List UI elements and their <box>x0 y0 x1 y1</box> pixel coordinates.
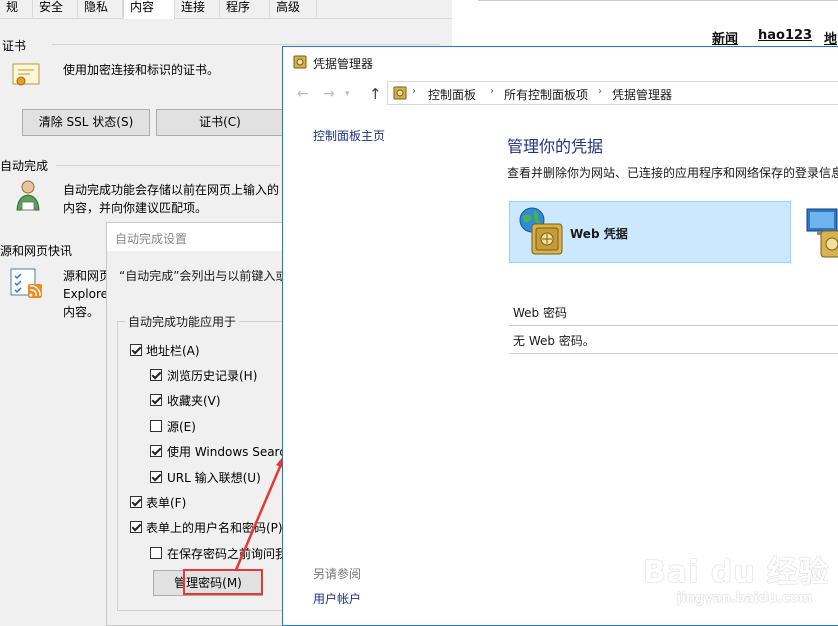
vault-icon <box>293 55 307 69</box>
autocomplete-description-line1: 自动完成功能会存储以前在网页上输入的 <box>63 183 280 197</box>
web-credentials-tile[interactable]: Web 凭据 <box>509 201 791 263</box>
certificates-description: 使用加密连接和标识的证书。 <box>63 63 220 77</box>
forward-icon[interactable]: → <box>323 86 335 102</box>
tab-security[interactable]: 安全 <box>33 0 78 17</box>
user-accounts-link[interactable]: 用户帐户 <box>313 590 361 607</box>
web-passwords-section: Web 密码 <box>513 306 567 320</box>
tab-privacy[interactable]: 隐私 <box>78 0 123 17</box>
windows-credentials-icon[interactable] <box>803 205 838 259</box>
recent-pages-chevron-icon[interactable]: ▾ <box>345 89 350 99</box>
chevron-right-icon: › <box>412 86 416 97</box>
divider <box>509 325 838 326</box>
nav-link-hao123[interactable]: hao123 <box>758 28 812 43</box>
feeds-section-title: 源和网页快讯 <box>0 244 73 258</box>
breadcrumb-credential-manager[interactable]: 凭据管理器 <box>612 86 672 103</box>
chevron-right-icon: › <box>490 86 494 97</box>
address-bar: ← → ▾ ↑ › 控制面板 › 所有控制面板项 › 凭据管理器 <box>283 77 838 111</box>
forms-checkbox[interactable] <box>130 496 142 508</box>
nav-link-news[interactable]: 新闻 <box>712 28 738 47</box>
breadcrumb-all-items[interactable]: 所有控制面板项 <box>504 86 588 103</box>
group-box-label: 自动完成功能应用于 <box>125 313 240 330</box>
dialog-titlebar: 自动完成设置 <box>107 223 305 251</box>
tab-connections[interactable]: 连接 <box>175 0 220 17</box>
tab-programs[interactable]: 程序 <box>220 0 270 17</box>
address-bar-checkbox[interactable] <box>130 344 142 356</box>
window-titlebar: 凭据管理器 <box>283 47 838 77</box>
back-icon[interactable]: ← <box>297 86 309 102</box>
divider <box>56 165 280 166</box>
baidu-watermark-logo: Bai du 经验 <box>643 555 830 590</box>
feeds-description-line1: 源和网页 <box>63 269 112 283</box>
certificates-section-title: 证书 <box>2 39 27 53</box>
certificate-icon <box>12 62 42 88</box>
credential-manager-window: 凭据管理器 ← → ▾ ↑ › 控制面板 › 所有控制面板项 › 凭据管理器 控… <box>282 46 838 626</box>
feeds-icon <box>10 268 46 300</box>
form-passwords-checkbox[interactable] <box>130 521 142 533</box>
url-suggest-checkbox[interactable] <box>150 471 162 483</box>
feeds-description-line2: Explore <box>63 287 109 301</box>
address-bar-label: 地址栏(A) <box>146 344 200 358</box>
divider <box>509 353 838 354</box>
dialog-title: 自动完成设置 <box>115 232 188 246</box>
feeds-checkbox[interactable] <box>150 420 162 432</box>
favorites-label: 收藏夹(V) <box>167 394 221 408</box>
breadcrumb-control-panel[interactable]: 控制面板 <box>428 86 476 103</box>
vault-small-icon <box>393 86 407 100</box>
autocomplete-description-line2: 内容，并向你建议匹配项。 <box>63 201 208 215</box>
ask-before-save-checkbox[interactable] <box>150 547 162 559</box>
web-credentials-icon <box>518 206 566 258</box>
clear-ssl-state-button[interactable]: 清除 SSL 状态(S) <box>22 109 150 136</box>
autocomplete-section-title: 自动完成 <box>0 159 49 173</box>
feeds-description-line3: 内容。 <box>63 305 100 319</box>
tab-strip: 规 安全 隐私 内容 连接 程序 高级 <box>0 0 452 19</box>
chevron-right-icon: › <box>598 86 602 97</box>
nav-link-map[interactable]: 地 <box>824 28 837 47</box>
breadcrumb[interactable]: › 控制面板 › 所有控制面板项 › 凭据管理器 <box>387 81 838 105</box>
favorites-checkbox[interactable] <box>150 394 162 406</box>
divider <box>478 0 838 1</box>
web-credentials-label: Web 凭据 <box>570 227 628 241</box>
page-title: 管理你的凭据 <box>507 137 604 156</box>
feeds-label: 源(E) <box>167 420 196 434</box>
baidu-watermark-url: jingyan.baidu.com <box>677 591 813 606</box>
divider <box>52 44 440 45</box>
page-subtitle: 查看并删除你为网站、已连接的应用程序和网络保存的登录信息 <box>507 166 838 180</box>
certificates-button[interactable]: 证书(C) <box>156 109 284 136</box>
sidebar-control-panel-home[interactable]: 控制面板主页 <box>313 127 385 144</box>
see-also-label: 另请参阅 <box>313 567 362 581</box>
window-title: 凭据管理器 <box>313 57 374 71</box>
tab-general[interactable]: 规 <box>0 0 33 17</box>
tab-advanced[interactable]: 高级 <box>270 0 317 17</box>
history-checkbox[interactable] <box>150 369 162 381</box>
history-label: 浏览历史记录(H) <box>167 369 258 383</box>
no-web-passwords-text: 无 Web 密码。 <box>513 334 595 348</box>
windows-search-checkbox[interactable] <box>150 445 162 457</box>
forms-label: 表单(F) <box>146 496 187 510</box>
up-icon[interactable]: ↑ <box>369 85 382 103</box>
tab-content[interactable]: 内容 <box>123 0 175 19</box>
autocomplete-user-icon <box>14 178 44 212</box>
dialog-intro: “自动完成”会列出与以前键入或 <box>119 269 288 283</box>
